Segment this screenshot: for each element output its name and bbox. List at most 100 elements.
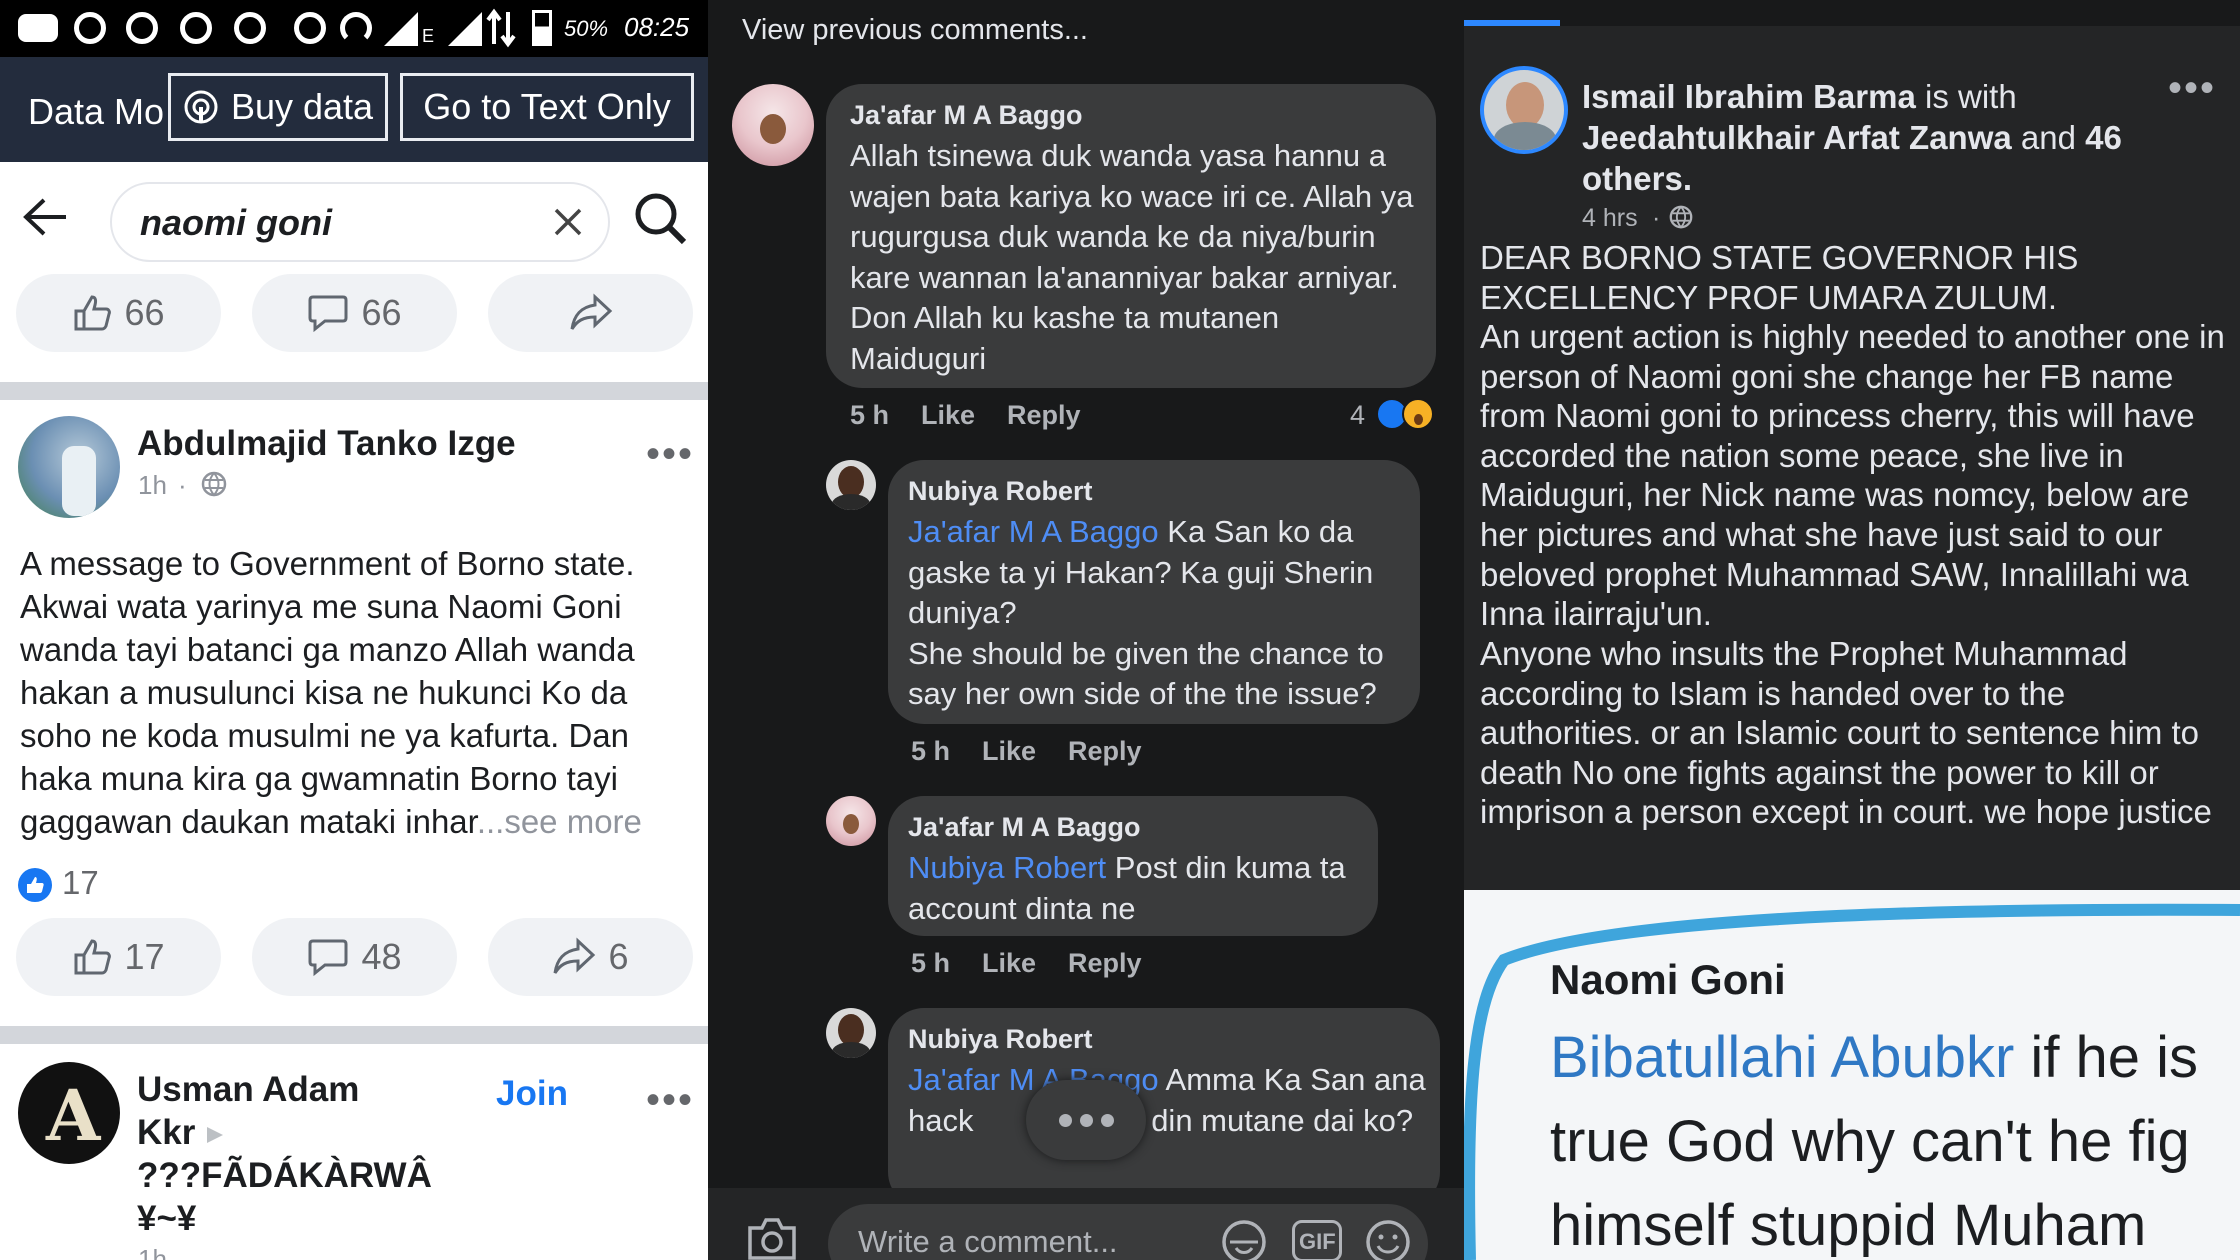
left-panel: E 50% 08:25 Data Mo Buy data Go to Text … (0, 0, 708, 1260)
group-name-cont[interactable]: ¥~¥ (137, 1199, 196, 1239)
more-options-icon[interactable]: ••• (646, 1078, 694, 1123)
text-only-label: Go to Text Only (423, 86, 671, 127)
search-query: naomi goni (140, 202, 332, 243)
comment-text: Ja'afar M A Baggo Ka San ko da gaske ta … (908, 512, 1408, 715)
like-count: 66 (124, 292, 165, 333)
profile-face (760, 114, 786, 144)
join-button[interactable]: Join (496, 1074, 568, 1114)
reply-link[interactable]: Reply (1068, 948, 1142, 978)
comment-time: 5 h (911, 948, 951, 978)
comment-input[interactable]: Write a comment... GIF (828, 1204, 1428, 1260)
comment-icon (308, 295, 348, 333)
comment-button[interactable]: 66 (252, 274, 457, 352)
comment-text: Allah tsinewa duk wanda yasa hannu a waj… (850, 138, 1414, 376)
post-author[interactable]: Usman Adam (137, 1070, 359, 1110)
post-author-cont[interactable]: Kkr (137, 1113, 195, 1153)
sticker-icon[interactable] (1220, 1218, 1268, 1260)
back-arrow-icon[interactable] (22, 196, 70, 238)
share-icon (553, 937, 596, 974)
gif-button[interactable]: GIF (1292, 1220, 1342, 1260)
like-count: 17 (124, 936, 165, 977)
typing-dot (1100, 1113, 1114, 1127)
group-name[interactable]: ???FÃDÁKÀRWÂ (137, 1156, 432, 1196)
typing-indicator (1026, 1080, 1146, 1160)
post-header: Ismail Ibrahim Barma is with Jeedahtulkh… (1582, 76, 2182, 199)
avatar[interactable] (732, 84, 814, 166)
emoji-icon[interactable] (1364, 1218, 1412, 1260)
screenshot-name: Naomi Goni (1550, 956, 1786, 1003)
comment-bubble: Ja'afar M A Baggo Nubiya Robert Post din… (888, 796, 1378, 936)
group-avatar[interactable]: A (18, 1062, 120, 1164)
gif-label: GIF (1299, 1229, 1336, 1254)
tagged-person[interactable]: Jeedahtulkhair Arfat Zanwa (1582, 119, 2012, 156)
divider (0, 1026, 708, 1044)
post-author[interactable]: Ismail Ibrahim Barma (1582, 78, 1916, 115)
screenshot-line: if he is (2014, 1025, 2199, 1090)
blocked-icon (294, 12, 326, 44)
more-options-icon[interactable]: ••• (2168, 66, 2216, 111)
see-more-link[interactable]: ...see more (477, 803, 642, 840)
camera-icon[interactable] (746, 1216, 798, 1260)
compose-bar: Write a comment... GIF (708, 1188, 1464, 1260)
thumbs-up-icon (27, 877, 44, 893)
globe-icon (1669, 205, 1693, 229)
separator-dot: · (1652, 204, 1661, 232)
post-image[interactable]: Naomi Goni Bibatullahi Abubkr if he is t… (1464, 890, 2240, 1260)
buy-data-button[interactable]: Buy data (168, 73, 388, 141)
like-link[interactable]: Like (982, 736, 1036, 766)
comment-button[interactable]: 48 (252, 918, 457, 996)
mention-link[interactable]: Ja'afar M A Baggo (908, 514, 1159, 549)
reply-link[interactable]: Reply (1068, 736, 1142, 766)
data-mode-bar: Data Mo Buy data Go to Text Only (0, 57, 708, 162)
comment-time: 5 h (850, 400, 890, 430)
wow-reaction-icon (1402, 398, 1434, 430)
search-input[interactable]: naomi goni (110, 182, 610, 262)
reaction-count[interactable]: 4 (1350, 400, 1365, 431)
signal-icon (384, 12, 418, 46)
avatar[interactable] (826, 796, 876, 846)
post-author[interactable]: Abdulmajid Tanko Izge (137, 424, 516, 464)
clear-icon[interactable] (552, 206, 584, 238)
comment-author[interactable]: Ja'afar M A Baggo (850, 100, 1082, 131)
separator-dot: · (178, 470, 187, 500)
like-button[interactable]: 17 (16, 918, 221, 996)
screenshot-comment: Bibatullahi Abubkr if he is true God why… (1550, 1016, 2198, 1260)
like-link[interactable]: Like (921, 400, 975, 430)
top-strip (1464, 0, 2240, 26)
mention-link[interactable]: Nubiya Robert (908, 850, 1106, 885)
like-link[interactable]: Like (982, 948, 1036, 978)
buy-data-label: Buy data (230, 86, 374, 127)
comment-bubble: Nubiya Robert Ja'afar M A Baggo Amma Ka … (888, 1008, 1440, 1208)
profile-shirt (832, 494, 870, 510)
share-button[interactable] (488, 274, 693, 352)
view-previous-comments[interactable]: View previous comments... (742, 14, 1088, 47)
comment-meta: 5 h Like Reply (911, 736, 1174, 767)
data-arrows-icon (486, 8, 516, 48)
post-time: 1h (138, 1244, 167, 1260)
post-body: A message to Government of Borno state. … (20, 545, 635, 840)
like-button[interactable]: 66 (16, 274, 221, 352)
caret-right-icon (207, 1127, 223, 1143)
comments-panel: View previous comments... Ja'afar M A Ba… (708, 0, 1464, 1260)
reply-link[interactable]: Reply (1007, 400, 1081, 430)
reaction-like-badge (18, 868, 52, 902)
post-paragraph: An urgent action is highly needed to ano… (1480, 318, 2225, 633)
comment-author[interactable]: Nubiya Robert (908, 476, 1093, 507)
search-icon[interactable] (634, 192, 688, 246)
screenshot-line: true God why can't he fig (1550, 1109, 2190, 1174)
comment-meta: 5 h Like Reply (911, 948, 1174, 979)
comment-text: Ja'afar M A Baggo Amma Ka San ana hack un… (908, 1060, 1428, 1141)
avatar[interactable] (826, 460, 876, 510)
share-button[interactable]: 6 (488, 918, 693, 996)
thumbs-up-icon (74, 295, 112, 331)
more-options-icon[interactable]: ••• (646, 432, 694, 477)
avatar[interactable] (1480, 66, 1568, 154)
profile-shirt (832, 1042, 870, 1058)
reaction-count[interactable]: 17 (62, 864, 99, 902)
avatar[interactable] (826, 1008, 876, 1058)
comment-author[interactable]: Ja'afar M A Baggo (908, 812, 1140, 843)
avatar[interactable] (18, 416, 120, 518)
comment-text: Nubiya Robert Post din kuma ta account d… (908, 848, 1368, 929)
comment-author[interactable]: Nubiya Robert (908, 1024, 1093, 1055)
text-only-button[interactable]: Go to Text Only (400, 73, 694, 141)
